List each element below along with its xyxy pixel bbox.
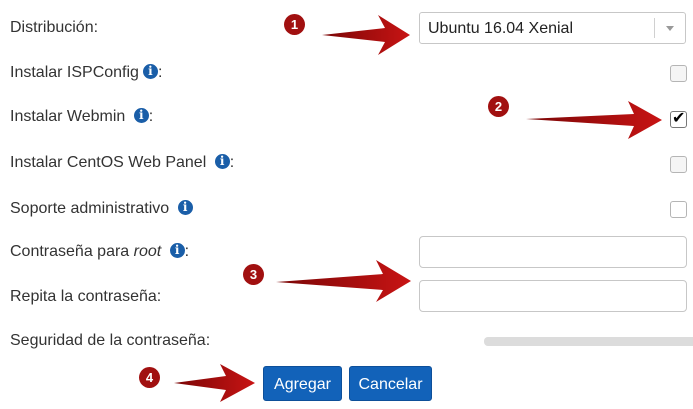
select-divider <box>654 18 655 38</box>
root-password-label-prefix: Contraseña para <box>10 243 134 260</box>
admin-support-label: Soporte administrativo <box>10 200 170 217</box>
repeat-password-label: Repita la contraseña: <box>10 288 162 305</box>
centos-panel-row-label: Instalar CentOS Web Panel i: <box>10 153 234 173</box>
distribution-label: Distribución: <box>10 19 99 36</box>
info-icon[interactable]: i <box>169 243 185 258</box>
password-strength-meter <box>484 337 693 346</box>
add-button[interactable]: Agregar <box>263 366 342 401</box>
ispconfig-label: Instalar ISPConfig <box>10 64 139 81</box>
root-password-row-label: Contraseña para root i: <box>10 242 189 262</box>
label-colon: : <box>148 108 154 125</box>
checkmark-icon: ✔ <box>672 110 686 127</box>
annotation-badge-1: 1 <box>284 14 305 35</box>
admin-support-checkbox[interactable] <box>670 201 687 218</box>
info-icon[interactable]: i <box>142 64 158 79</box>
webmin-checkbox[interactable]: ✔ <box>670 110 687 128</box>
root-password-input[interactable] <box>419 236 687 268</box>
annotation-badge-3: 3 <box>243 264 264 285</box>
ispconfig-row-label: Instalar ISPConfig i: <box>10 63 162 83</box>
label-colon: : <box>184 243 190 260</box>
centos-panel-checkbox[interactable] <box>670 156 687 173</box>
ispconfig-checkbox[interactable] <box>670 65 687 82</box>
cancel-button[interactable]: Cancelar <box>349 366 432 401</box>
arrow-1-icon <box>322 15 410 55</box>
distribution-select-value: Ubuntu 16.04 Xenial <box>428 20 573 37</box>
admin-support-row-label: Soporte administrativo i <box>10 199 193 219</box>
arrow-4-icon <box>174 364 255 402</box>
info-icon[interactable]: i <box>177 200 193 215</box>
webmin-label: Instalar Webmin <box>10 108 126 125</box>
distribution-select[interactable]: Ubuntu 16.04 Xenial <box>419 12 686 44</box>
webmin-row-label: Instalar Webmin i: <box>10 107 153 127</box>
centos-panel-label: Instalar CentOS Web Panel <box>10 154 207 171</box>
label-colon: : <box>229 154 235 171</box>
password-strength-label: Seguridad de la contraseña: <box>10 332 211 349</box>
info-icon[interactable]: i <box>214 154 230 169</box>
info-icon[interactable]: i <box>133 108 149 123</box>
arrow-2-icon <box>526 101 662 139</box>
repeat-password-input[interactable] <box>419 280 687 312</box>
annotation-badge-2: 2 <box>488 96 509 117</box>
label-colon: : <box>157 64 163 81</box>
arrow-3-icon <box>276 260 411 302</box>
root-password-label-root: root <box>133 243 162 260</box>
annotation-badge-4: 4 <box>139 367 160 388</box>
chevron-down-icon[interactable] <box>666 26 674 31</box>
